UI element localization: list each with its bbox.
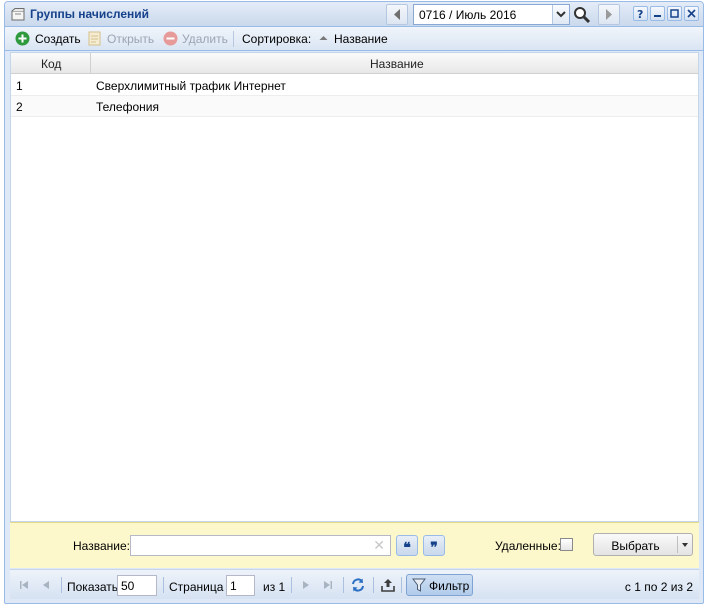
- create-button[interactable]: Создать: [35, 32, 81, 48]
- filter-bar: Название: ✕ ❝ ❞ Удаленные: Выбрать: [10, 522, 699, 568]
- page-size-input[interactable]: 50: [117, 575, 157, 596]
- prev-period-button[interactable]: [386, 4, 408, 25]
- quote-open-button[interactable]: ❝: [396, 535, 418, 556]
- chevron-down-icon[interactable]: [682, 543, 688, 547]
- plus-circle-icon: [15, 31, 30, 46]
- pager-separator: [343, 577, 344, 593]
- deleted-checkbox[interactable]: [560, 538, 573, 551]
- page-number-input[interactable]: 1: [226, 575, 255, 596]
- search-period-button[interactable]: [571, 4, 593, 25]
- delete-button[interactable]: Удалить: [182, 32, 228, 48]
- maximize-tool[interactable]: [667, 6, 682, 21]
- export-icon[interactable]: [380, 577, 396, 593]
- pager-separator: [401, 577, 402, 593]
- page-count-label: из 1: [263, 580, 286, 594]
- filter-toggle-label: Фильтр: [429, 579, 470, 593]
- search-icon: [574, 7, 591, 24]
- deleted-label: Удаленные:: [495, 539, 561, 553]
- pager-separator: [163, 577, 164, 593]
- name-filter-input[interactable]: ✕: [130, 535, 391, 556]
- column-divider: [90, 53, 91, 74]
- sort-asc-icon: [319, 36, 328, 40]
- grid-header: Код Название: [11, 53, 698, 74]
- toolbar-separator: [233, 31, 234, 47]
- filter-toggle-button[interactable]: Фильтр: [406, 574, 473, 596]
- name-filter-label: Название:: [73, 539, 130, 553]
- maximize-icon: [670, 9, 679, 18]
- next-page-icon[interactable]: [299, 578, 313, 592]
- help-icon: ?: [637, 8, 643, 21]
- period-dropdown-trigger[interactable]: [552, 5, 569, 24]
- arrow-left-icon: [394, 9, 400, 20]
- charge-groups-window: Группы начислений 0716 / Июль 2016 ? Соз…: [4, 1, 704, 604]
- minus-circle-icon: [163, 31, 178, 46]
- period-combo[interactable]: 0716 / Июль 2016: [413, 4, 570, 25]
- column-header-name[interactable]: Название: [370, 57, 424, 71]
- cell-name: Сверхлимитный трафик Интернет: [96, 79, 286, 93]
- table-row[interactable]: 2 Телефония: [11, 96, 698, 117]
- page-label: Страница: [169, 580, 224, 594]
- open-button[interactable]: Открыть: [107, 32, 154, 48]
- toolbar: Создать Открыть Удалить Сортировка: Назв…: [5, 27, 703, 51]
- document-icon: [88, 31, 101, 46]
- refresh-icon[interactable]: [350, 577, 366, 593]
- first-page-icon[interactable]: [17, 578, 31, 592]
- pager-separator: [61, 577, 62, 593]
- select-button-divider: [677, 536, 678, 553]
- cell-code: 2: [16, 100, 23, 114]
- pager-separator: [373, 577, 374, 593]
- minimize-icon: [654, 15, 661, 17]
- paging-toolbar: Показать 50 Страница 1 из 1 Фильтр с 1 п…: [10, 569, 699, 599]
- sort-field-button[interactable]: Название: [334, 32, 388, 48]
- select-button[interactable]: Выбрать: [593, 533, 693, 556]
- close-icon: [687, 9, 696, 18]
- window-title: Группы начислений: [30, 7, 150, 21]
- help-tool[interactable]: ?: [633, 6, 648, 21]
- filter-icon: [412, 578, 426, 592]
- svg-text:?: ?: [637, 8, 643, 20]
- quote-close-button[interactable]: ❞: [423, 535, 445, 556]
- pager-separator: [291, 577, 292, 593]
- period-value: 0716 / Июль 2016: [419, 8, 517, 22]
- minimize-tool[interactable]: [650, 6, 665, 21]
- close-tool[interactable]: [684, 6, 699, 21]
- arrow-right-icon: [606, 9, 612, 20]
- sort-label: Сортировка:: [242, 32, 312, 46]
- titlebar: Группы начислений 0716 / Июль 2016 ?: [5, 2, 703, 27]
- cell-name: Телефония: [96, 100, 159, 114]
- next-period-button[interactable]: [598, 4, 620, 25]
- select-button-label: Выбрать: [611, 539, 660, 553]
- chevron-down-icon: [556, 11, 566, 18]
- clear-icon[interactable]: ✕: [373, 538, 385, 554]
- page-size-label: Показать: [67, 580, 119, 594]
- cell-code: 1: [16, 79, 23, 93]
- window-icon: [11, 8, 25, 21]
- charge-groups-grid: Код Название 1 Сверхлимитный трафик Инте…: [10, 52, 699, 522]
- column-header-code[interactable]: Код: [41, 57, 61, 71]
- table-row[interactable]: 1 Сверхлимитный трафик Интернет: [11, 75, 698, 96]
- last-page-icon[interactable]: [321, 578, 335, 592]
- paging-info: с 1 по 2 из 2: [624, 580, 693, 594]
- prev-page-icon[interactable]: [39, 578, 53, 592]
